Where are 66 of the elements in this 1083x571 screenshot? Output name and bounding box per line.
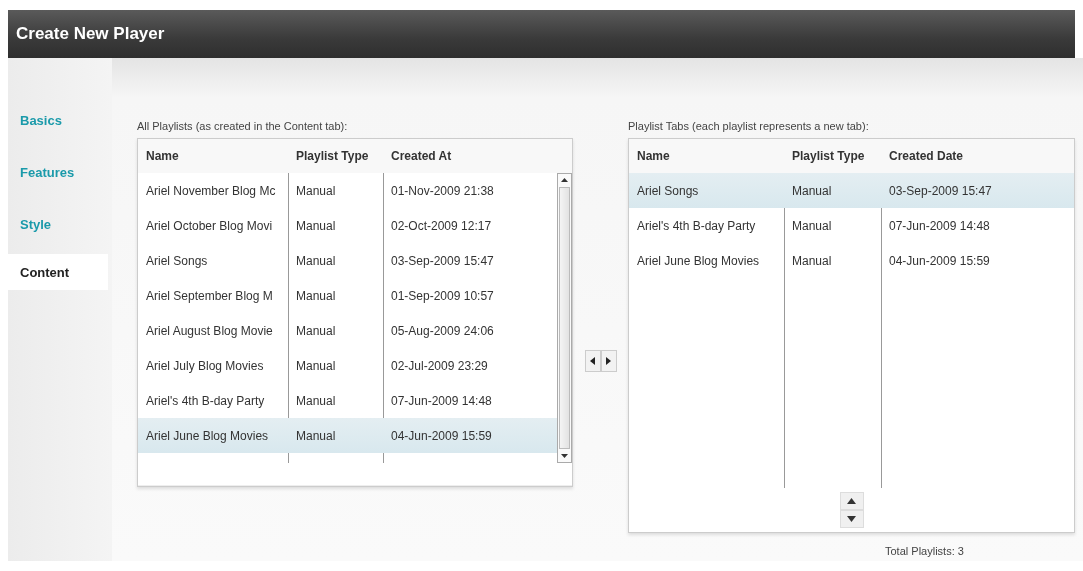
move-left-button[interactable] — [584, 350, 601, 372]
table-row[interactable]: Ariel's 4th B-day Party Manual 07-Jun-2009 14:48 — [629, 208, 1074, 243]
table-cell-text: Manual — [295, 323, 337, 338]
table-cell-text: 03-Sep-2009 15:47 — [390, 253, 495, 268]
column-header: Playlist Type — [791, 149, 866, 163]
table-cell-text: Ariel July Blog Movies — [145, 358, 265, 373]
table-cell-text: Ariel June Blog Movies — [145, 428, 270, 443]
table-row[interactable]: Ariel June Blog Movies Manual 04-Jun-2009 15:59 — [629, 243, 1074, 278]
table-cell-text: 04-Jun-2009 15:59 — [390, 428, 493, 443]
left-arrow-icon — [590, 357, 595, 365]
move-up-button[interactable] — [839, 492, 864, 510]
table-cell-text: 04-Jun-2009 15:59 — [888, 253, 991, 268]
table-cell-text: Manual — [791, 253, 833, 268]
table-cell-text: Ariel's 4th B-day Party — [636, 218, 757, 233]
table-cell-text: Ariel Songs — [145, 253, 209, 268]
table-cell-text: Ariel's 4th B-day Party — [145, 393, 266, 408]
tab[interactable]: Content — [8, 254, 108, 290]
down-arrow-icon — [847, 516, 856, 522]
table-cell-text: 01-Nov-2009 21:38 — [390, 183, 495, 198]
table-cell-text: Ariel June Blog Movies — [636, 253, 761, 268]
table-cell-text: Manual — [295, 288, 337, 303]
scroll-down-icon[interactable] — [560, 453, 569, 459]
table-cell-text: Manual — [295, 183, 337, 198]
table-cell-text: 07-Jun-2009 14:48 — [390, 393, 493, 408]
table-row[interactable]: Ariel August Blog Movie Manual 05-Aug-2009 24:06 — [138, 313, 557, 348]
table-cell-text: Manual — [791, 183, 833, 198]
caption: Playlist Tabs (each playlist represents a new tab): — [628, 119, 870, 134]
table-row[interactable]: Ariel's 4th B-day Party Manual 07-Jun-2009 14:48 — [138, 383, 557, 418]
table-row[interactable]: Ariel Songs Manual 03-Sep-2009 15:47 — [629, 173, 1074, 208]
table-cell-text: Manual — [295, 358, 337, 373]
table-cell-text: Ariel Songs — [636, 183, 700, 198]
up-arrow-icon — [847, 498, 856, 504]
table-cell-text: 03-Sep-2009 15:47 — [888, 183, 993, 198]
caption: All Playlists (as created in the Content tab): — [137, 119, 349, 134]
table-row[interactable]: Ariel September Blog M Manual 01-Sep-2009 10:57 — [138, 278, 557, 313]
table-cell-text: 05-Aug-2009 24:06 — [390, 323, 495, 338]
window-title: Create New Player — [16, 24, 165, 44]
table-cell-text: Ariel October Blog Movi — [145, 218, 274, 233]
table-cell-text: Ariel August Blog Movie — [145, 323, 274, 338]
table-row[interactable]: Ariel October Blog Movi Manual 02-Oct-2009 12:17 — [138, 208, 557, 243]
column-header: Created At — [390, 149, 453, 163]
table-cell-text: Manual — [295, 393, 337, 408]
column-header: Name — [145, 149, 180, 163]
column-header: Created Date — [888, 149, 965, 163]
table-cell-text: 02-Jul-2009 23:29 — [390, 358, 489, 373]
scrollbar[interactable] — [557, 173, 572, 463]
table-cell-text: Manual — [295, 253, 337, 268]
scroll-thumb[interactable] — [559, 187, 570, 449]
scroll-up-icon[interactable] — [560, 177, 569, 183]
table-cell-text: Ariel September Blog M — [145, 288, 274, 303]
column-header: Playlist Type — [295, 149, 370, 163]
table-row[interactable]: Ariel November Blog Mc Manual 01-Nov-2009 21:38 — [138, 173, 557, 208]
total-count: Total Playlists: 3 — [885, 545, 965, 557]
table-row[interactable]: Ariel Songs Manual 03-Sep-2009 15:47 — [138, 243, 557, 278]
table-cell-text: Manual — [295, 428, 337, 443]
table-cell-text: 02-Oct-2009 12:17 — [390, 218, 493, 233]
move-down-button[interactable] — [839, 510, 864, 528]
table-row[interactable]: Ariel June Blog Movies Manual 04-Jun-2009 15:59 — [138, 418, 557, 453]
table-cell-text: Manual — [295, 218, 337, 233]
table-cell-text: Manual — [791, 218, 833, 233]
table-cell-text: Ariel November Blog Mc — [145, 183, 277, 198]
table-cell-text: 01-Sep-2009 10:57 — [390, 288, 495, 303]
table-cell-text: 07-Jun-2009 14:48 — [888, 218, 991, 233]
table-row[interactable]: Ariel July Blog Movies Manual 02-Jul-2009 23:29 — [138, 348, 557, 383]
right-arrow-icon — [606, 357, 611, 365]
column-header: Name — [636, 149, 671, 163]
